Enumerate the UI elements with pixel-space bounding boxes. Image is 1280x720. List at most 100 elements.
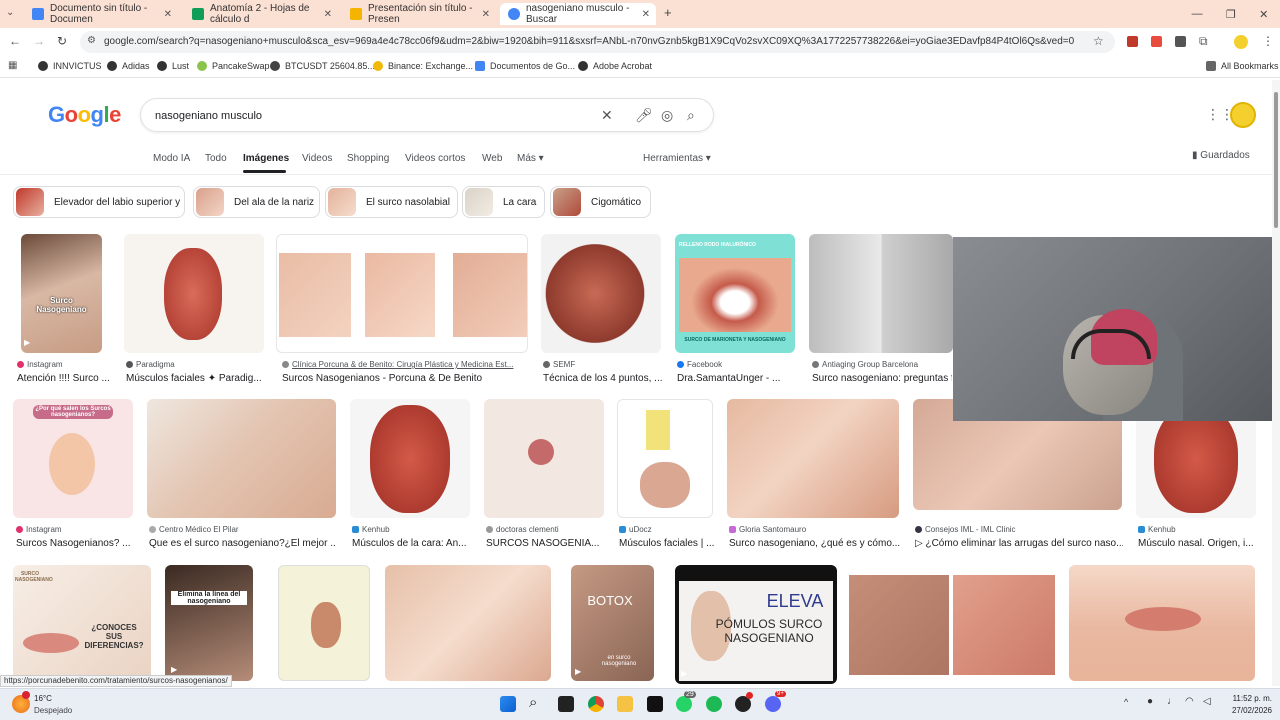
search-icon[interactable]: ⌕ (687, 107, 695, 124)
tab-web[interactable]: Web (482, 153, 502, 164)
result-image[interactable]: BOTOX en surco nasogeniano ▶ (571, 565, 654, 681)
tab-mas[interactable]: Más ▾ (517, 153, 544, 164)
chip-la-cara[interactable]: La cara (462, 186, 545, 218)
bookmark-star-icon[interactable]: ☆ (1093, 34, 1104, 48)
mic-tray-icon[interactable]: ● (1147, 696, 1153, 707)
tab-documento[interactable]: Documento sin título - Documen ✕ (24, 3, 178, 25)
start-icon[interactable] (500, 696, 516, 712)
search-icon[interactable]: ⌕ (529, 694, 537, 711)
chip-surco-nasolabial[interactable]: El surco nasolabial (325, 186, 458, 218)
result-image[interactable] (350, 399, 470, 518)
result-source[interactable]: Instagram (17, 360, 63, 369)
tab-imagenes[interactable]: Imágenes (243, 153, 289, 164)
close-window-icon[interactable]: ✕ (1259, 8, 1268, 21)
result-image[interactable]: RELLENO RODO HIALURÓNICO SURCO DE MARION… (675, 234, 795, 353)
tab-videos-cortos[interactable]: Videos cortos (405, 153, 465, 164)
all-bookmarks[interactable]: All Bookmarks (1206, 61, 1279, 71)
bookmark-item[interactable]: PancakeSwap (197, 61, 270, 71)
result-image[interactable] (147, 399, 336, 518)
bookmark-item[interactable]: Documentos de Go... (475, 61, 575, 71)
result-source[interactable]: Centro Médico El Pilar (149, 525, 239, 534)
result-image[interactable] (617, 399, 713, 518)
chip-ala-nariz[interactable]: Del ala de la nariz (193, 186, 320, 218)
result-image[interactable] (809, 234, 953, 353)
result-image[interactable]: ELEVA PÓMULOS SURCO NASOGENIANO ▶ (675, 565, 837, 684)
back-icon[interactable]: ← (9, 34, 21, 48)
result-source[interactable]: doctoras clementi (486, 525, 559, 534)
result-image[interactable] (541, 234, 661, 353)
reload-icon[interactable]: ↻ (57, 34, 67, 48)
task-view-icon[interactable] (558, 696, 574, 712)
result-source[interactable]: Kenhub (1138, 525, 1176, 534)
profile-avatar[interactable] (1234, 35, 1248, 49)
result-source[interactable]: Facebook (677, 360, 722, 369)
result-source[interactable]: Antiaging Group Barcelona (812, 360, 918, 369)
result-image[interactable] (385, 565, 551, 681)
tiktok-icon[interactable] (647, 696, 663, 712)
result-title[interactable]: Técnica de los 4 puntos, ... (543, 373, 663, 384)
mic-icon[interactable]: ♩ (1167, 696, 1177, 707)
camera-lens-icon[interactable]: ◎ (661, 107, 673, 124)
result-title[interactable]: Atención !!!! Surco ... (17, 373, 117, 384)
bookmark-item[interactable]: Adidas (107, 61, 150, 71)
bookmark-item[interactable]: Lust (157, 61, 189, 71)
puzzle-icon[interactable]: ⧉ (1199, 34, 1208, 49)
result-source[interactable]: Instagram (16, 525, 62, 534)
forward-icon[interactable]: → (33, 34, 45, 48)
chip-elevador[interactable]: Elevador del labio superior y (13, 186, 185, 218)
saved-button[interactable]: ▮ Guardados (1192, 150, 1250, 161)
result-image[interactable] (849, 565, 1055, 681)
extension-icon[interactable] (1127, 36, 1138, 47)
extension-icon[interactable] (1175, 36, 1186, 47)
tab-videos[interactable]: Videos (302, 153, 332, 164)
omnibox[interactable]: ⚙ google.com/search?q=nasogeniano+muscul… (80, 31, 1115, 53)
chip-cigomatico[interactable]: Cigomático (550, 186, 651, 218)
result-image[interactable]: SURCO NASOGENIANO ¿CONOCES SUS DIFERENCI… (13, 565, 151, 681)
scrollbar-thumb[interactable] (1274, 92, 1278, 228)
result-title[interactable]: Que es el surco nasogeniano?¿El mejor ..… (149, 538, 335, 549)
result-image[interactable] (278, 565, 370, 681)
extension-icon[interactable] (1151, 36, 1162, 47)
close-icon[interactable]: ✕ (164, 9, 172, 20)
result-image[interactable]: Elimina la línea del nasogeniano ▶ (165, 565, 253, 681)
result-image[interactable] (124, 234, 264, 353)
result-title[interactable]: Dra.SamantaUnger - ... (677, 373, 797, 384)
bookmark-item[interactable]: Adobe Acrobat (578, 61, 652, 71)
result-image[interactable] (276, 234, 528, 353)
url-text[interactable]: google.com/search?q=nasogeniano+musculo&… (104, 36, 1074, 47)
search-input[interactable]: nasogeniano musculo (155, 110, 262, 122)
result-title[interactable]: ▷ ¿Cómo eliminar las arrugas del surco n… (915, 538, 1123, 549)
result-source[interactable]: Clínica Porcuna & de Benito: Cirugía Plá… (282, 360, 513, 369)
whatsapp-icon[interactable] (676, 696, 692, 712)
file-explorer-icon[interactable] (617, 696, 633, 712)
result-image[interactable] (484, 399, 604, 518)
bookmark-item[interactable]: INNVICTUS (38, 61, 102, 71)
tab-busqueda[interactable]: nasogeniano musculo - Buscar ✕ (500, 3, 656, 25)
result-source[interactable]: uDocz (619, 525, 652, 534)
tray-chevron-icon[interactable]: ^ (1124, 697, 1128, 707)
close-icon[interactable]: ✕ (482, 9, 490, 20)
result-title[interactable]: Surco nasogeniano, ¿qué es y cómo... (729, 538, 901, 549)
result-source[interactable]: SEMF (543, 360, 575, 369)
tab-search-icon[interactable]: ⌄ (6, 7, 14, 18)
result-title[interactable]: Surcos Nasogenianos? ... (16, 538, 134, 549)
discord-icon[interactable] (765, 696, 781, 712)
clock-date[interactable]: 27/02/2026 (1222, 706, 1272, 715)
search-box[interactable]: nasogeniano musculo ✕ 🎤︎ ◎ ⌕ (140, 98, 714, 132)
tab-presentacion[interactable]: Presentación sin título - Presen ✕ (342, 3, 496, 25)
clear-icon[interactable]: ✕ (601, 107, 613, 124)
result-title[interactable]: Surco nasogeniano: preguntas fre... (812, 373, 952, 384)
new-tab-button[interactable]: + (664, 5, 672, 20)
result-image[interactable]: ¿Por qué salen los Surcos nasogenianos? (13, 399, 133, 518)
result-source[interactable]: Paradigma (126, 360, 175, 369)
close-icon[interactable]: ✕ (324, 9, 332, 20)
spotify-icon[interactable] (706, 696, 722, 712)
close-icon[interactable]: ✕ (642, 9, 650, 20)
mic-icon[interactable]: 🎤︎ (635, 107, 653, 124)
tab-todo[interactable]: Todo (205, 153, 227, 164)
result-title[interactable]: Músculos faciales ✦ Paradig... (126, 373, 266, 384)
site-info-icon[interactable]: ⚙ (87, 35, 96, 46)
google-logo[interactable]: Google (48, 102, 121, 128)
result-title[interactable]: SURCOS NASOGENIA... (486, 538, 604, 549)
result-image[interactable]: Surco Nasogeniano ▶ (21, 234, 102, 353)
